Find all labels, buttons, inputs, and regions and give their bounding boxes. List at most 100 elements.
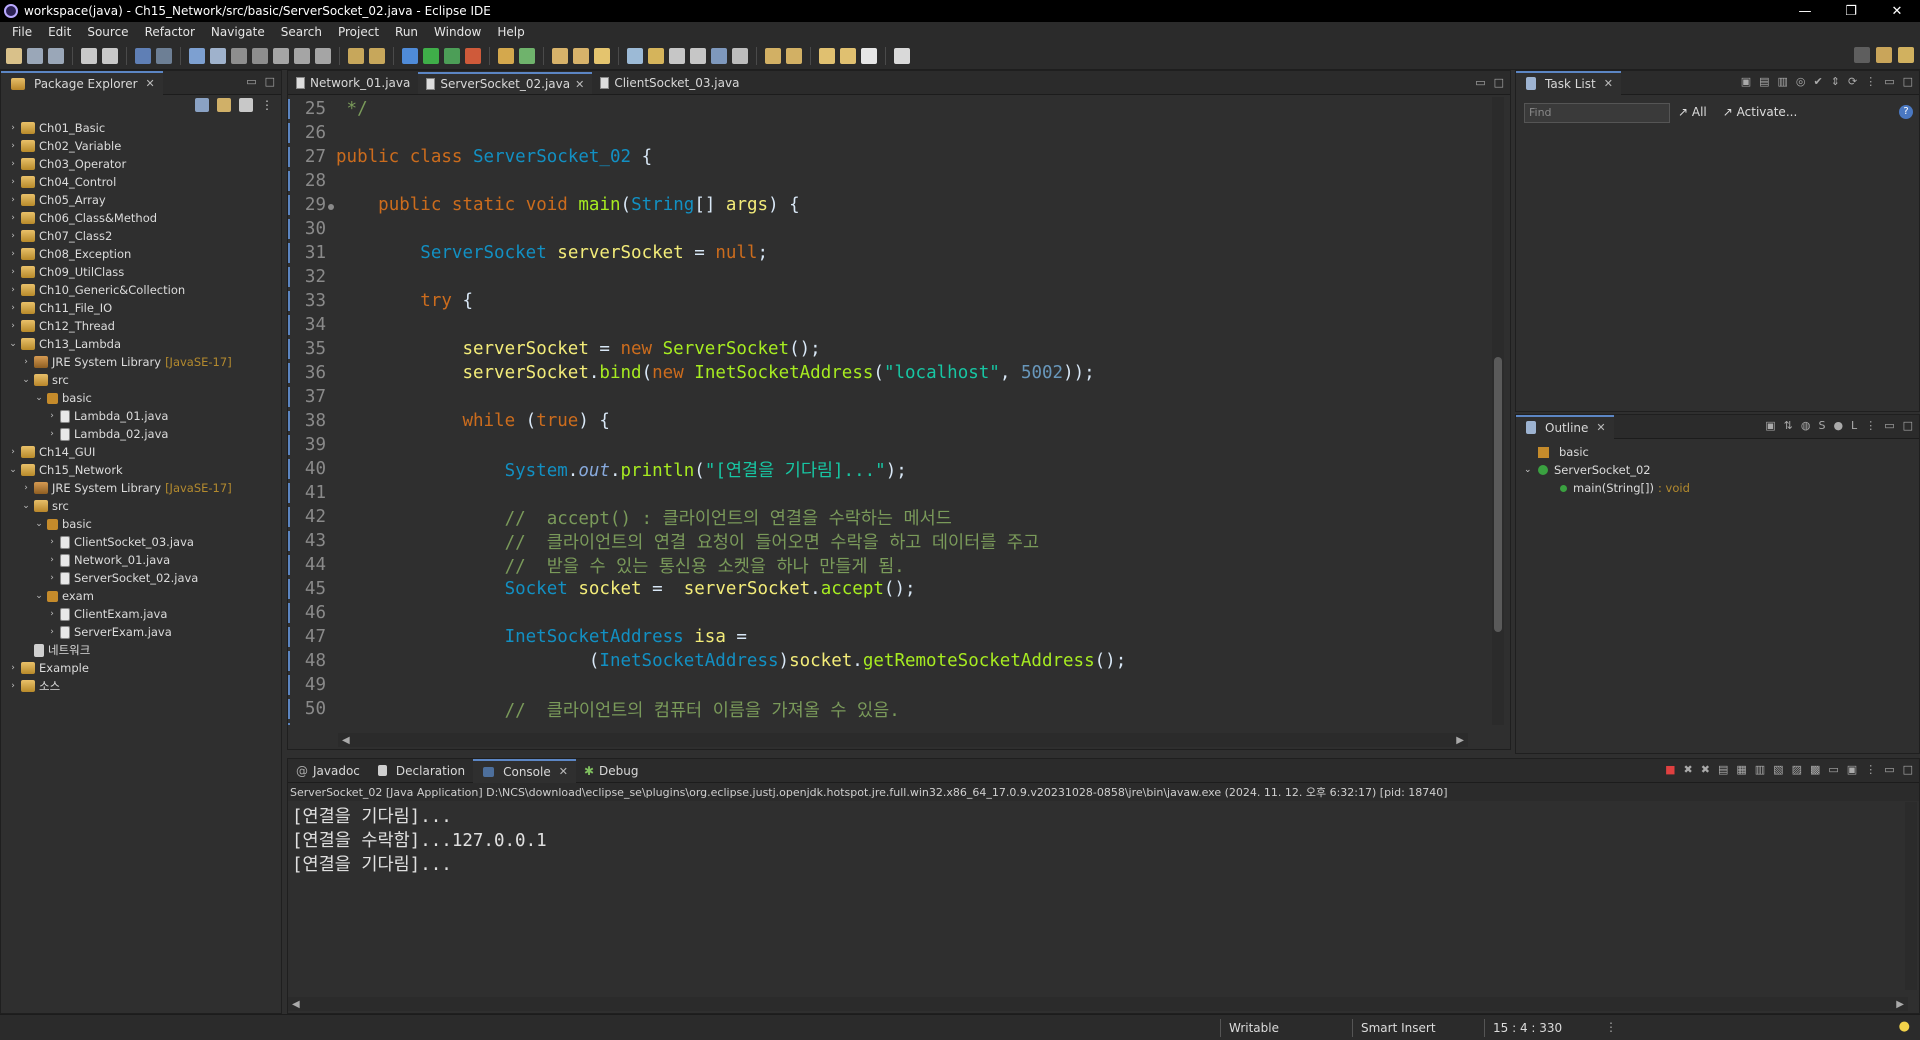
open-console-icon[interactable]: ▣ xyxy=(1847,763,1857,776)
sort-icon[interactable]: ⇅ xyxy=(1784,419,1793,432)
tree-item[interactable]: ›project-icon Ch03_Operator xyxy=(1,155,281,173)
step-return-icon[interactable] xyxy=(315,47,331,64)
tree-item[interactable]: ›java-file-icon ClientSocket_03.java xyxy=(1,533,281,551)
tree-item[interactable]: ›project-icon Ch07_Class2 xyxy=(1,227,281,245)
all-tasks-link[interactable]: ↗ All xyxy=(1678,105,1707,119)
toggle-mark-occurrences-icon[interactable] xyxy=(627,47,643,64)
chevron-right-icon[interactable]: › xyxy=(7,249,19,259)
chevron-right-icon[interactable]: › xyxy=(46,537,58,547)
search-icon[interactable] xyxy=(1854,47,1870,63)
chevron-right-icon[interactable]: › xyxy=(7,123,19,133)
step-over-icon[interactable] xyxy=(294,47,310,64)
code-line[interactable]: 32 xyxy=(288,265,1476,289)
code-line[interactable]: 35 serverSocket = new ServerSocket(); xyxy=(288,337,1476,361)
tree-item[interactable]: ⌄package-icon basic xyxy=(1,515,281,533)
open-task-icon[interactable] xyxy=(348,47,364,64)
search-tool-icon[interactable] xyxy=(594,47,610,64)
suspend-icon[interactable] xyxy=(210,47,226,64)
remove-launch-icon[interactable]: ✖ xyxy=(1684,763,1693,776)
undo-icon[interactable] xyxy=(81,47,97,64)
step-into-icon[interactable] xyxy=(273,47,289,64)
new-java-class-icon[interactable] xyxy=(519,47,535,64)
scroll-lock-icon[interactable]: ▦ xyxy=(1736,763,1746,776)
outline-class[interactable]: ⌄ ServerSocket_02 xyxy=(1524,461,1911,479)
debug-icon[interactable] xyxy=(402,47,418,64)
tree-item[interactable]: ›project-icon Ch01_Basic xyxy=(1,119,281,137)
close-icon[interactable]: ✕ xyxy=(1596,421,1605,434)
task-find-input[interactable]: Find xyxy=(1524,103,1670,123)
synchronize-icon[interactable]: ⟳ xyxy=(1848,75,1857,88)
minimize-icon[interactable]: ▭ xyxy=(1884,763,1894,776)
tab-javadoc[interactable]: @ Javadoc xyxy=(288,759,368,783)
chevron-right-icon[interactable]: › xyxy=(7,321,19,331)
hide-nonpublic-icon[interactable]: ● xyxy=(1833,419,1843,432)
close-icon[interactable]: ✕ xyxy=(559,765,568,778)
open-type-icon[interactable] xyxy=(552,47,568,64)
code-line[interactable]: 27 public class ServerSocket_02 { xyxy=(288,145,1476,169)
menu-window[interactable]: Window xyxy=(434,25,481,39)
edit-task-icon[interactable] xyxy=(369,47,385,64)
code-line[interactable]: 30 xyxy=(288,217,1476,241)
menu-project[interactable]: Project xyxy=(338,25,379,39)
code-line[interactable]: 28 xyxy=(288,169,1476,193)
chevron-right-icon[interactable]: › xyxy=(7,177,19,187)
editor-horizontal-scrollbar[interactable]: ◀ ▶ xyxy=(338,733,1468,747)
chevron-right-icon[interactable]: › xyxy=(46,627,58,637)
tab-serversocket-02[interactable]: ServerSocket_02.java ✕ xyxy=(418,72,593,94)
chevron-right-icon[interactable]: › xyxy=(7,159,19,169)
terminate-icon[interactable]: ■ xyxy=(1665,763,1675,776)
menu-file[interactable]: File xyxy=(12,25,32,39)
tab-console[interactable]: Console ✕ xyxy=(473,758,576,783)
chevron-right-icon[interactable]: › xyxy=(20,357,32,367)
console-vertical-scrollbar[interactable] xyxy=(1905,802,1917,990)
code-line[interactable]: 41 xyxy=(288,481,1476,505)
editor-vertical-scrollbar[interactable] xyxy=(1492,97,1504,725)
new-java-project-icon[interactable] xyxy=(498,47,514,64)
tree-item[interactable]: ›project-icon Ch14_GUI xyxy=(1,443,281,461)
tree-item[interactable]: ⌄package-icon exam xyxy=(1,587,281,605)
menu-help[interactable]: Help xyxy=(497,25,524,39)
chevron-right-icon[interactable]: › xyxy=(7,681,19,691)
scroll-left-icon[interactable]: ◀ xyxy=(292,999,300,1010)
code-line[interactable]: 26 xyxy=(288,121,1476,145)
tab-network-01[interactable]: Network_01.java xyxy=(288,72,418,94)
tree-item[interactable]: ›project-icon Ch12_Thread xyxy=(1,317,281,335)
tree-item[interactable]: ›project-icon Ch11_File_IO xyxy=(1,299,281,317)
chevron-right-icon[interactable]: › xyxy=(7,267,19,277)
hide-static-icon[interactable]: S xyxy=(1818,419,1825,432)
outline-package[interactable]: basic xyxy=(1524,443,1911,461)
code-line[interactable]: 40 System.out.println("[연결을 기다림]..."); xyxy=(288,457,1476,481)
chevron-right-icon[interactable]: › xyxy=(7,285,19,295)
back-icon[interactable] xyxy=(840,47,856,64)
code-line[interactable]: 39 xyxy=(288,433,1476,457)
chevron-right-icon[interactable]: › xyxy=(20,483,32,493)
tab-outline[interactable]: Outline ✕ xyxy=(1516,414,1614,439)
collapse-all-icon[interactable] xyxy=(195,98,209,112)
maximize-icon[interactable]: □ xyxy=(1903,419,1913,432)
tab-declaration[interactable]: Declaration xyxy=(368,759,473,783)
filter-icon[interactable]: ◎ xyxy=(1796,75,1806,88)
menu-edit[interactable]: Edit xyxy=(48,25,71,39)
restore-button[interactable]: ❐ xyxy=(1828,0,1874,22)
show-on-error-icon[interactable]: ▨ xyxy=(1792,763,1802,776)
tree-item[interactable]: ⌄project-icon Ch15_Network xyxy=(1,461,281,479)
scroll-left-icon[interactable]: ◀ xyxy=(342,735,350,746)
status-menu-icon[interactable]: ⋮ xyxy=(1605,1020,1617,1034)
maximize-icon[interactable]: □ xyxy=(1903,75,1913,88)
maximize-icon[interactable]: □ xyxy=(265,75,275,88)
minimize-icon[interactable]: ▭ xyxy=(1884,419,1894,432)
view-menu-icon[interactable]: ⋮ xyxy=(1865,419,1876,432)
chevron-right-icon[interactable]: › xyxy=(46,555,58,565)
chevron-right-icon[interactable]: › xyxy=(7,141,19,151)
code-line[interactable]: 47 InetSocketAddress isa = xyxy=(288,625,1476,649)
minimize-icon[interactable]: ▭ xyxy=(246,75,256,88)
coverage-icon[interactable] xyxy=(444,47,460,64)
toggle-highlight-icon[interactable] xyxy=(648,47,664,64)
pilcrow-icon[interactable] xyxy=(732,47,748,64)
code-line[interactable]: 34 xyxy=(288,313,1476,337)
close-icon[interactable]: ✕ xyxy=(1604,77,1613,90)
view-menu-icon[interactable]: ⋮ xyxy=(261,98,273,112)
tree-item[interactable]: ›java-file-icon ClientExam.java xyxy=(1,605,281,623)
scheduled-icon[interactable]: ▥ xyxy=(1778,75,1788,88)
external-tools-icon[interactable] xyxy=(465,47,481,64)
